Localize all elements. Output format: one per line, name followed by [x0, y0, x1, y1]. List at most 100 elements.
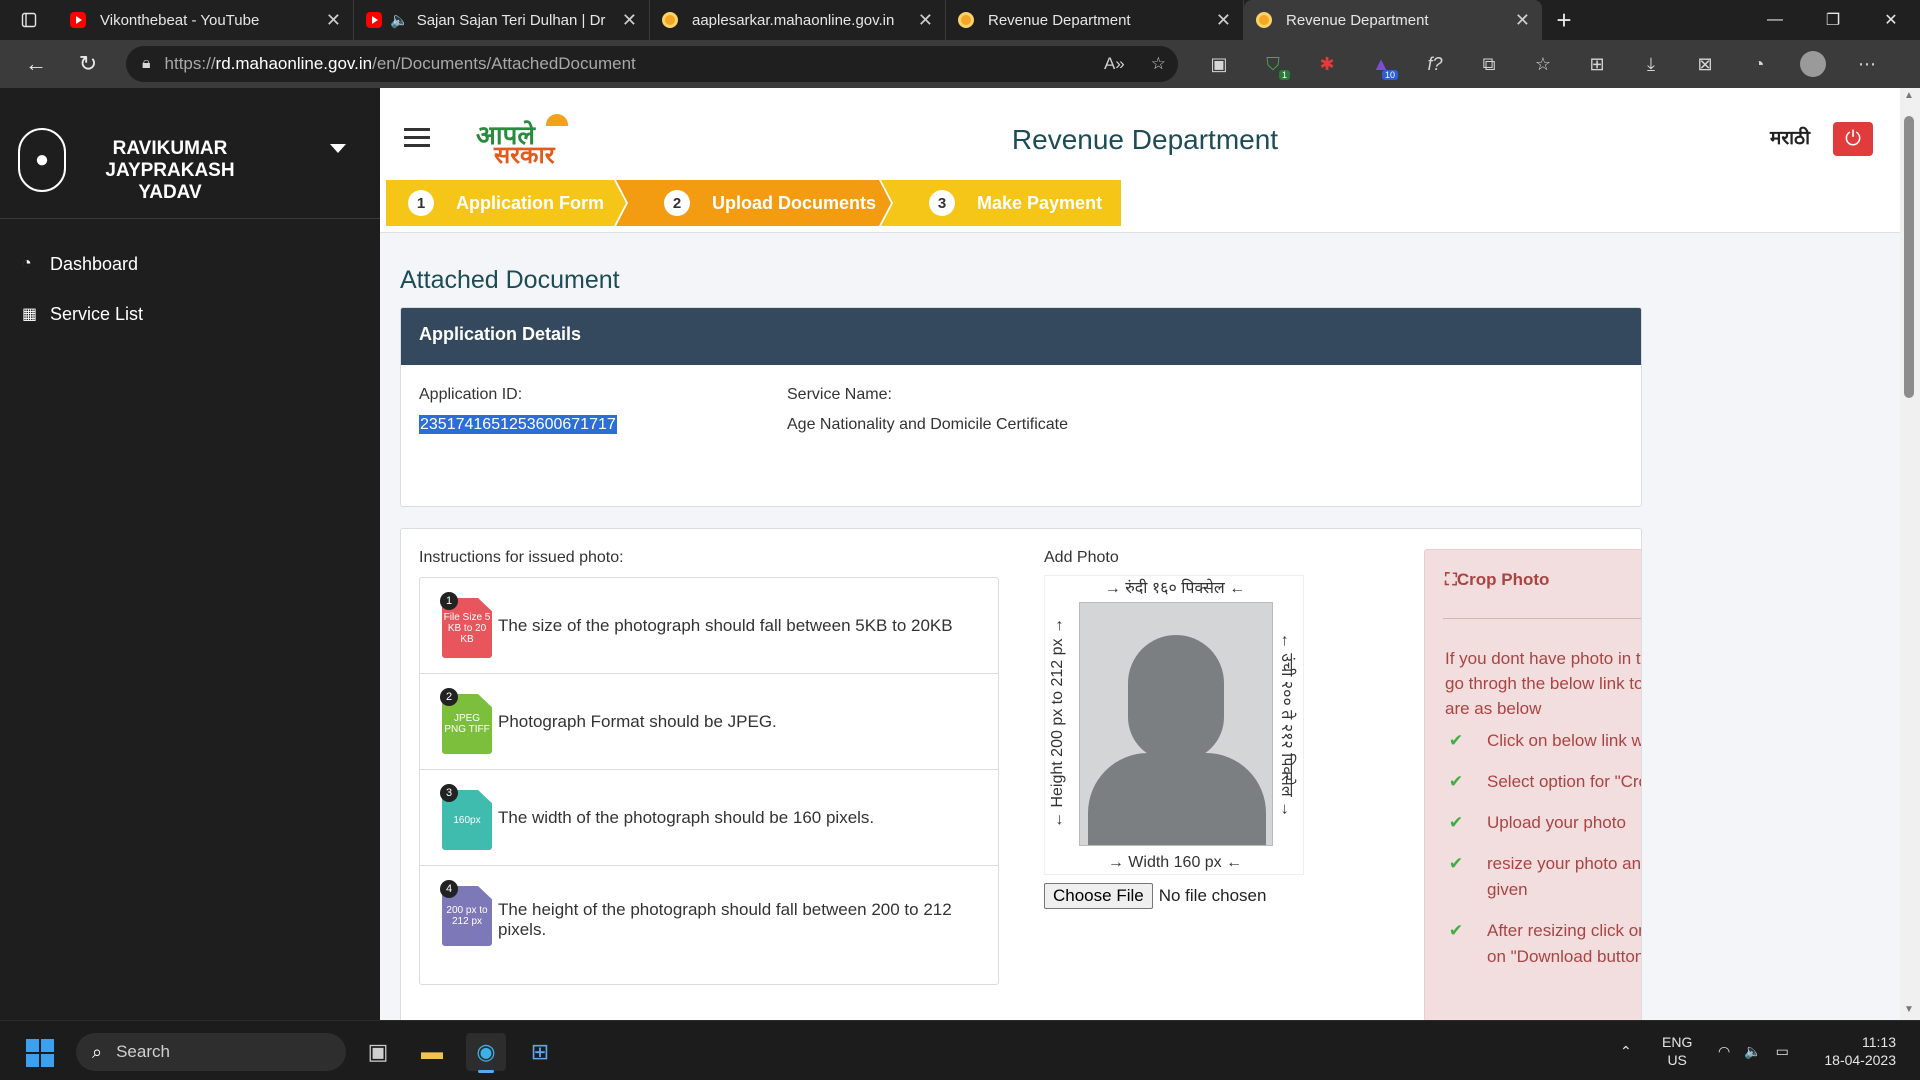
- scroll-thumb[interactable]: [1904, 116, 1914, 398]
- url-host: rd.mahaonline.gov.in: [215, 54, 373, 73]
- scroll-up-icon[interactable]: ▲: [1904, 90, 1914, 101]
- section-heading: Attached Document: [400, 266, 620, 294]
- search-placeholder: Search: [116, 1042, 170, 1061]
- close-window-icon[interactable]: ✕: [1862, 0, 1920, 40]
- url-field[interactable]: 🔒︎ https://rd.mahaonline.gov.in/en/Docum…: [126, 46, 1178, 82]
- step-number: 3: [929, 190, 955, 216]
- sidebar-item-dashboard[interactable]: ◔ Dashboard: [0, 239, 380, 289]
- crop-steps: ✔Click on below link which will get you …: [1445, 728, 1641, 985]
- back-icon[interactable]: ←: [10, 40, 62, 88]
- close-icon[interactable]: ✕: [622, 10, 637, 31]
- minimize-icon[interactable]: —: [1746, 0, 1804, 40]
- lang-line1: ENG: [1662, 1034, 1693, 1050]
- check-icon: ✔: [1448, 772, 1464, 791]
- sidebar: ● RAVIKUMAR JAYPRAKASH YADAV ◔ Dashboard…: [0, 88, 380, 1020]
- wifi-icon[interactable]: ◠: [1718, 1043, 1730, 1060]
- windows-start-icon[interactable]: [26, 1039, 54, 1067]
- gov-icon: [662, 12, 678, 28]
- browser-tab[interactable]: aaplesarkar.mahaonline.gov.in ✕: [650, 0, 946, 40]
- windows-taskbar: ⌕ Search ▣ ▬ ◉ ⊞ ⌃ ENG US ◠ 🔈 ▭ 11:13 18…: [0, 1020, 1920, 1080]
- restore-icon[interactable]: ❐: [1804, 0, 1862, 40]
- read-aloud-icon[interactable]: A»: [1104, 54, 1125, 74]
- caret-down-icon[interactable]: [330, 144, 346, 153]
- instructions-title: Instructions for issued photo:: [419, 549, 624, 566]
- collections-icon[interactable]: ⊞: [1570, 40, 1624, 88]
- height-dimension-marathi: ← उंची २०० ते २१२ पिक्सेल →: [1278, 632, 1295, 818]
- system-tray: ◠ 🔈 ▭: [1718, 1021, 1789, 1080]
- sidebar-item-service-list[interactable]: ▦ Service List: [0, 289, 380, 339]
- window-controls: — ❐ ✕: [1746, 0, 1920, 40]
- input-language[interactable]: ENG US: [1662, 1033, 1692, 1069]
- application-id-label: Application ID:: [419, 386, 523, 403]
- close-icon[interactable]: ✕: [918, 10, 933, 31]
- extensions-icon[interactable]: ⧉: [1462, 40, 1516, 88]
- scroll-down-icon[interactable]: ▼: [1904, 1004, 1914, 1015]
- application-id-value[interactable]: 2351741651253600671717: [419, 415, 617, 434]
- url-path: /en/Documents/AttachedDocument: [372, 54, 636, 73]
- blocker-extension-icon[interactable]: ✱: [1300, 40, 1354, 88]
- add-photo-label: Add Photo: [1044, 549, 1119, 566]
- page-scrollbar[interactable]: ▲ ▼: [1900, 88, 1920, 1020]
- step-application-form[interactable]: 1 Application Form: [386, 180, 626, 226]
- tab-actions-icon[interactable]: [0, 0, 58, 40]
- step-number-badge: 2: [440, 688, 458, 706]
- width-dimension: → Width 160 px ←: [1107, 854, 1243, 871]
- browser-tab[interactable]: Vikonthebeat - YouTube ✕: [58, 0, 354, 40]
- logout-power-icon[interactable]: ⏻: [1833, 122, 1873, 156]
- clock[interactable]: 11:13 18-04-2023: [1816, 1033, 1896, 1069]
- file-explorer-icon[interactable]: ▬: [412, 1033, 452, 1071]
- sidebar-item-label: Dashboard: [50, 253, 139, 274]
- volume-icon[interactable]: 🔈: [1744, 1043, 1761, 1060]
- browser-tab-bar: Vikonthebeat - YouTube ✕ 🔈 Sajan Sajan T…: [0, 0, 1920, 40]
- close-icon[interactable]: ✕: [1515, 10, 1530, 31]
- favorite-add-icon[interactable]: ☆: [1151, 54, 1166, 74]
- tab-title: Vikonthebeat - YouTube: [100, 11, 260, 29]
- close-icon[interactable]: ✕: [1216, 10, 1231, 31]
- favorites-icon[interactable]: ☆: [1516, 40, 1570, 88]
- store-icon[interactable]: ⊞: [520, 1033, 560, 1071]
- extension-badge: 1: [1278, 70, 1290, 80]
- performance-icon[interactable]: ◔: [1732, 40, 1786, 88]
- show-hidden-icons[interactable]: ⌃: [1620, 1021, 1632, 1080]
- task-view-icon[interactable]: ▣: [358, 1033, 398, 1071]
- close-icon[interactable]: ✕: [326, 10, 341, 31]
- downloads-icon[interactable]: ⤓: [1624, 40, 1678, 88]
- user-profile[interactable]: ● RAVIKUMAR JAYPRAKASH YADAV: [0, 88, 380, 219]
- edge-browser-icon[interactable]: ◉: [466, 1033, 506, 1073]
- crop-photo-panel: ⛶Crop Photo If you dont have photo in th…: [1424, 549, 1641, 1020]
- hat-extension-icon[interactable]: ▲ 10: [1354, 40, 1408, 88]
- browser-tab[interactable]: Revenue Department ✕: [946, 0, 1244, 40]
- instruction-text: The height of the photograph should fall…: [498, 900, 952, 939]
- file-status: No file chosen: [1158, 886, 1267, 905]
- address-bar-row: ← ↻ 🔒︎ https://rd.mahaonline.gov.in/en/D…: [0, 40, 1920, 88]
- silhouette-image: [1079, 602, 1273, 846]
- formula-extension-icon[interactable]: f?: [1408, 40, 1462, 88]
- refresh-icon[interactable]: ↻: [62, 40, 114, 88]
- step-make-payment[interactable]: 3 Make Payment: [881, 180, 1121, 226]
- profile-avatar[interactable]: [1786, 40, 1840, 88]
- step-number-badge: 1: [440, 592, 458, 610]
- new-tab-button[interactable]: +: [1542, 5, 1586, 36]
- time: 11:13: [1862, 1034, 1896, 1050]
- shield-extension-icon[interactable]: ⛉ 1: [1246, 40, 1300, 88]
- list-item: ✔ Upload your photo: [1445, 810, 1641, 836]
- language-switch[interactable]: मराठी: [1770, 124, 1810, 150]
- height-dimension: ← Height 200 px to 212 px →: [1049, 618, 1066, 828]
- step-upload-documents[interactable]: 2 Upload Documents: [616, 180, 891, 226]
- taskbar-search[interactable]: ⌕ Search: [76, 1033, 346, 1071]
- browser-tab[interactable]: 🔈 Sajan Sajan Teri Dulhan | Dr ✕: [354, 0, 650, 40]
- table-icon: ▦: [22, 306, 38, 323]
- extension-square-icon[interactable]: ▣: [1192, 40, 1246, 88]
- extension-badge: 10: [1381, 70, 1398, 80]
- choose-file-button[interactable]: Choose File: [1044, 883, 1153, 909]
- more-menu-icon[interactable]: ⋯: [1840, 40, 1894, 88]
- battery-icon[interactable]: ▭: [1776, 1043, 1789, 1060]
- step-label: Upload Documents: [712, 192, 877, 213]
- sidebar-item-label: Service List: [50, 303, 144, 324]
- lock-icon[interactable]: 🔒︎: [142, 55, 151, 73]
- speaker-icon[interactable]: 🔈: [390, 11, 409, 29]
- browser-tab-active[interactable]: Revenue Department ✕: [1244, 0, 1542, 40]
- step-number: 2: [664, 190, 690, 216]
- instruction-text: The size of the photograph should fall b…: [498, 615, 953, 635]
- math-solver-icon[interactable]: ⊠: [1678, 40, 1732, 88]
